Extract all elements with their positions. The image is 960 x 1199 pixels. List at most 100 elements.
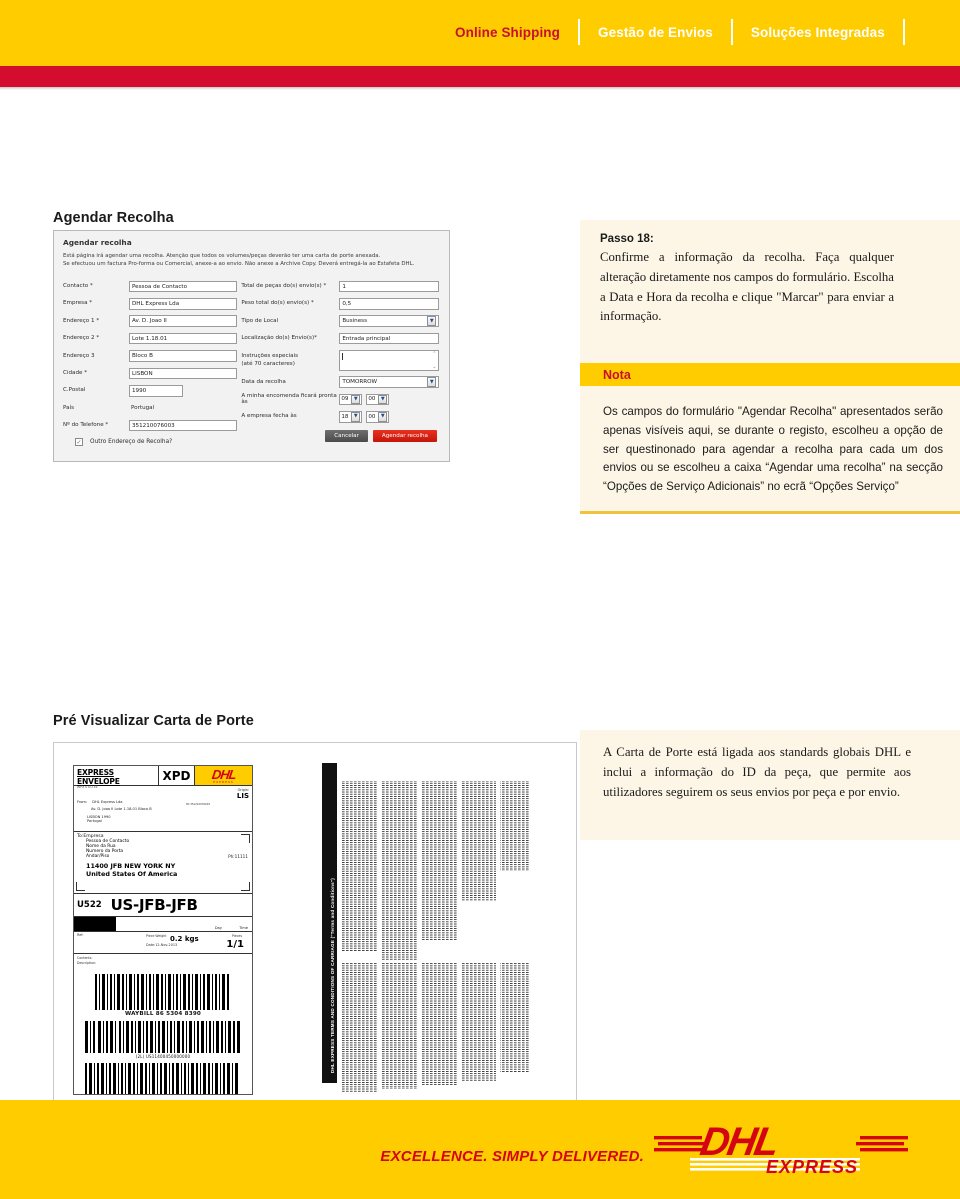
form-column-right: Total de peças do(s) envio(s) * 1 Peso t… xyxy=(241,278,440,447)
nav-separator-1 xyxy=(578,19,580,45)
label-telefone: Nº do Telefone * xyxy=(63,422,109,429)
waybill-route-destination: US-JFB-JFB xyxy=(110,896,198,914)
waybill-weight-block: Ref: Piece Weight 0.2 kgs Date:12-Nov-20… xyxy=(74,932,252,954)
nota-header: Nota xyxy=(580,363,960,386)
label-endereco-1: Endereço 1 * xyxy=(63,317,100,324)
label-contacto: Contacto * xyxy=(63,283,93,290)
select-minuto-fecho[interactable]: 00 ▼ xyxy=(366,411,390,423)
waybill-black-box xyxy=(74,917,116,931)
input-contacto[interactable]: Pessoa de Contacto xyxy=(129,280,237,293)
waybill-from-country: Portugal xyxy=(87,819,102,823)
input-peso-total[interactable]: 0,5 xyxy=(339,298,440,310)
terms-title-bar: DHL EXPRESS TERMS AND CONDITIONS OF CARR… xyxy=(322,763,337,1083)
label-outro-endereco-de-recolha: Outro Endereço de Recolha? xyxy=(90,439,173,446)
field-row-data-da-recolha: Data da recolha TOMORROW ▼ xyxy=(241,373,440,390)
label-empresa: Empresa * xyxy=(63,300,93,307)
footer-brand-sub: EXPRESS xyxy=(766,1157,858,1177)
terms-microtext-icon xyxy=(342,781,530,1093)
waybill-preview-frame: Recipients Copy (Piece 1 of 1) EXPRESS E… xyxy=(53,742,577,1112)
form-description-line-2: Se efectuou um factura Pro-forma ou Come… xyxy=(63,261,415,268)
select-data-da-recolha[interactable]: TOMORROW ▼ xyxy=(339,376,440,388)
chevron-down-icon: ▼ xyxy=(427,377,437,387)
screenshot-agendar-recolha-form: Agendar recolha Está página irá agendar … xyxy=(53,230,450,462)
waybill-route-code: U522 xyxy=(77,900,102,910)
waybill-to-citystate: 11400 JFB NEW YORK NY xyxy=(86,862,176,870)
select-hora-fecho[interactable]: 18 ▼ xyxy=(339,411,363,423)
corner-mark-top-right xyxy=(241,834,250,843)
waybill-to-phone: Ph:11111 xyxy=(228,854,248,859)
waybill-to-country: United States Of America xyxy=(86,870,178,878)
nav-separator-2 xyxy=(730,19,733,45)
field-row-tipo-de-local: Tipo de Local Business ▼ xyxy=(241,313,440,330)
input-empresa[interactable]: DHL Express Lda xyxy=(129,298,237,310)
terms-title-text: DHL EXPRESS TERMS AND CONDITIONS OF CARR… xyxy=(330,878,335,1073)
scroll-up-icon: ⌃ xyxy=(432,350,437,357)
input-telefone[interactable]: 351210076003 xyxy=(129,419,237,432)
field-row-codigo-postal: C.Postal 1990 xyxy=(63,382,241,399)
nav-tab-online-shipping[interactable]: Online Shipping xyxy=(455,25,578,40)
input-endereco-3[interactable]: Bloco B xyxy=(129,350,237,362)
waybill-contents-block: Contents: Description: xyxy=(74,954,252,970)
input-endereco-1[interactable]: Av. D. Joao II xyxy=(129,315,237,327)
label-endereco-3: Endereço 3 xyxy=(63,352,95,359)
textarea-instrucoes-especiais[interactable]: ⌃ ⌄ xyxy=(339,349,440,371)
textarea-scrollbar[interactable]: ⌃ ⌄ xyxy=(430,351,438,370)
chevron-down-icon: ▼ xyxy=(378,394,388,405)
section-title-agendar-recolha: Agendar Recolha xyxy=(53,210,174,226)
field-row-pais: País Portugal xyxy=(63,399,241,416)
field-row-telefone: Nº do Telefone * 351210076003 xyxy=(63,417,241,434)
select-minuto-pronta[interactable]: 00 ▼ xyxy=(366,393,390,406)
input-localizacao-envios[interactable]: Entrada principal xyxy=(339,332,440,345)
input-codigo-postal[interactable]: 1990 xyxy=(129,385,183,397)
scroll-down-icon: ⌄ xyxy=(432,363,437,370)
dhl-logo-icon: DHL EXPRESS xyxy=(195,766,252,785)
submit-agendar-recolha-button[interactable]: Agendar recolha xyxy=(372,430,437,443)
waybill-product-block: EXPRESS ENVELOPE WPX 0 EU EE xyxy=(74,766,159,789)
nav-tab-gestao-de-envios[interactable]: Gestão de Envios xyxy=(598,25,731,40)
nota-body: Os campos do formulário "Agendar Recolha… xyxy=(580,386,960,514)
input-endereco-2[interactable]: Lote 1.18.01 xyxy=(129,332,237,345)
field-row-encomenda-pronta: A minha encomenda ficará pronta às 09 ▼ 0… xyxy=(241,391,440,408)
label-codigo-postal: C.Postal xyxy=(63,387,86,394)
dhl-express-logo-icon: DHL EXPRESS xyxy=(654,1119,908,1177)
waybill-route-block: U522 US-JFB-JFB xyxy=(74,894,252,917)
header-shadow xyxy=(0,87,960,90)
select-hora-pronta[interactable]: 09 ▼ xyxy=(339,393,363,406)
form-description-line-1: Está página irá agendar uma recolha. Ate… xyxy=(63,253,381,259)
passo-heading: Passo 18: xyxy=(600,233,654,245)
nav-tab-solucoes-integradas[interactable]: Soluções Integradas xyxy=(751,25,903,40)
field-row-instrucoes-especiais: Instruções especiais (até 70 caracteres)… xyxy=(241,347,440,373)
chevron-down-icon: ▼ xyxy=(351,394,361,405)
label-pais: País xyxy=(63,404,75,411)
terms-microtext-columns xyxy=(342,763,554,1095)
nota-box: Nota Os campos do formulário "Agendar Re… xyxy=(580,363,960,514)
waybill-service-code: XPD xyxy=(159,766,195,785)
waybill-piece-weight-value: 0.2 kgs xyxy=(170,935,199,943)
form-grid: Contacto * Pessoa de Contacto Empresa * … xyxy=(63,278,440,447)
select-tipo-de-local[interactable]: Business ▼ xyxy=(339,315,440,327)
waybill-date: Date:12-Nov-2013 xyxy=(146,943,178,947)
form-panel-title: Agendar recolha xyxy=(63,238,132,247)
nota-body-text: Os campos do formulário "Agendar Recolha… xyxy=(603,405,943,494)
checkbox-outro-endereco-de-recolha[interactable]: ✓ xyxy=(75,438,83,447)
input-total-pecas[interactable]: 1 xyxy=(339,280,440,293)
label-endereco-2: Endereço 2 * xyxy=(63,335,100,342)
waybill-ref-label: Ref: xyxy=(77,933,84,937)
label-cidade: Cidade * xyxy=(63,370,88,377)
time-picker-encomenda-pronta: 09 ▼ 00 ▼ xyxy=(339,393,390,406)
waybill-header-row: EXPRESS ENVELOPE WPX 0 EU EE XPD DHL EXP… xyxy=(74,766,252,789)
waybill-label: Recipients Copy (Piece 1 of 1) EXPRESS E… xyxy=(73,765,253,1095)
value-pais: Portugal xyxy=(131,405,155,412)
waybill-pieces-value: 1/1 xyxy=(226,939,244,950)
cancel-button[interactable]: Cancelar xyxy=(325,430,368,443)
dhl-wordmark: DHL xyxy=(210,766,237,782)
waybill-origin-value: LIS xyxy=(236,792,249,800)
barcode-piece-id-icon xyxy=(85,1021,240,1053)
waybill-from-company: DHL Express Lda xyxy=(92,800,123,804)
input-cidade[interactable]: LISBON xyxy=(129,367,237,380)
passo-body-text: Confirme a informação da recolha. Faça q… xyxy=(600,250,894,324)
site-header: Online Shipping Gestão de Envios Soluçõe… xyxy=(0,0,960,66)
field-row-localizacao-envios: Localização do(s) Envio(s)* Entrada prin… xyxy=(241,330,440,347)
label-total-pecas: Total de peças do(s) envio(s) * xyxy=(241,283,327,290)
chevron-down-icon: ▼ xyxy=(351,412,361,422)
